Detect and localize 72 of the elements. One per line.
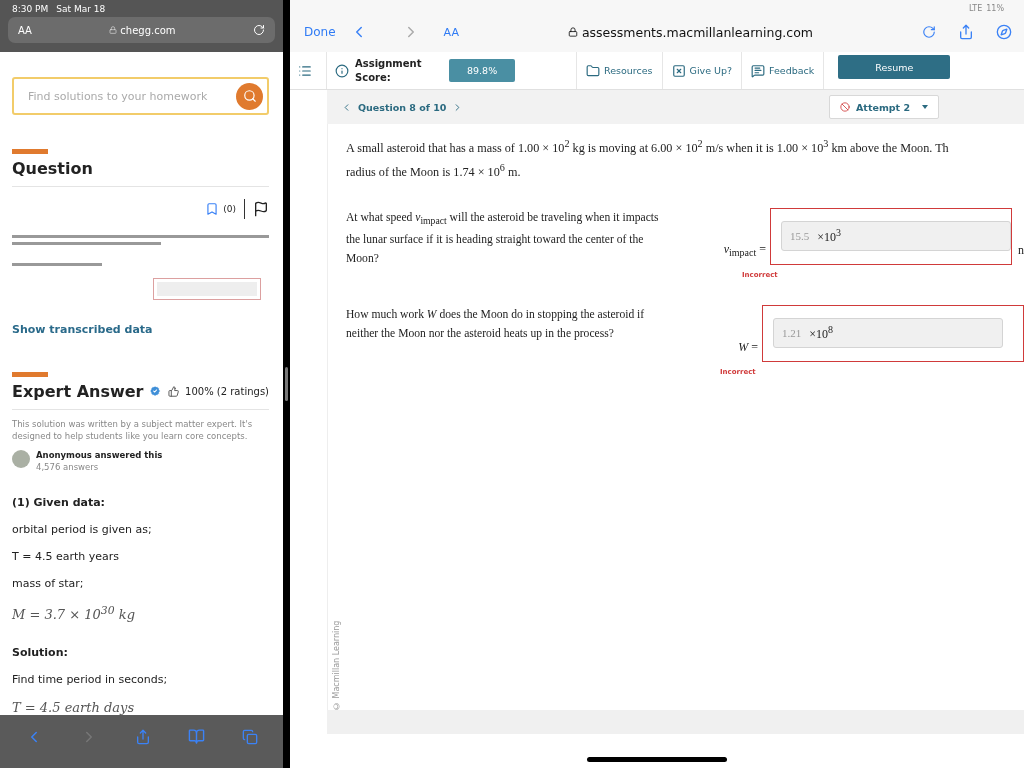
menu-button[interactable] (298, 63, 312, 78)
reload-button[interactable] (922, 25, 936, 39)
share-button[interactable] (134, 728, 151, 745)
toolbar-action[interactable]: Give Up? (662, 52, 743, 89)
address-bar[interactable]: AA chegg.com (8, 17, 275, 43)
info-icon[interactable] (335, 63, 349, 78)
flag-icon[interactable] (253, 200, 269, 217)
solution-heading: (1) Given data: (12, 495, 106, 509)
accent-bar (12, 371, 48, 377)
battery-level: 11% (986, 3, 1004, 13)
math-formula: M = 3.7 × 10$^{30}$ kg (12, 603, 136, 622)
math-formula: T = 4.5 earth days (12, 700, 136, 715)
search-field[interactable]: Find solutions to your homework (12, 77, 269, 116)
solution-text: orbital period is given as; (12, 522, 153, 536)
problem-text: A small asteroid that has a mass of 1.00 × 10$^{2}$ kg is moving at 6.00 × 10$^{2}$ m/s when it is 1.00 × 10$^{3}$ km above the Moon. Th (346, 137, 950, 158)
avatar (12, 449, 30, 468)
copyright-text: © Macmillan Learning (331, 619, 341, 710)
lock-icon (109, 26, 118, 34)
compass-button[interactable] (996, 24, 1012, 40)
search-button[interactable] (236, 82, 263, 110)
solution-text: mass of star; (12, 576, 85, 590)
resume-button[interactable]: Resume (838, 55, 951, 79)
text-size-button[interactable]: AA (443, 25, 459, 39)
score-label: Assignment Score: (355, 56, 421, 85)
split-handle[interactable] (285, 367, 288, 401)
folder-icon (586, 63, 600, 78)
author-name: Anonymous answered this (36, 449, 163, 460)
problem-text: radius of the Moon is 1.74 × 10$^{6}$ m. (346, 161, 522, 182)
url-text: chegg.com (120, 24, 176, 36)
accent-bar (12, 149, 48, 154)
url-text: assessments.macmillanlearning.com (581, 24, 814, 40)
rating-text: 100% (2 ratings) (185, 385, 269, 397)
show-transcribed-link[interactable]: Show transcribed data (12, 322, 269, 336)
solution-text: T = 4.5 earth years (12, 549, 120, 563)
text-size-button[interactable]: AA (18, 24, 32, 36)
section-heading: Question (12, 158, 93, 178)
speech-bubble-icon (751, 63, 766, 78)
answer-field[interactable]: 1.21 ×10$^{8}$ (773, 318, 1003, 349)
answer-field[interactable]: 15.5 ×10$^{3}$ (781, 221, 1011, 252)
question-prompt: How much work W does the Moon do in stopping the asteroid if neither the Moon nor the asteroid heats up in the process? (346, 307, 646, 343)
status-time: 8:30 PM (12, 4, 49, 14)
question-navigator[interactable]: Question 8 of 10 (341, 101, 464, 113)
unit-text: n (1018, 243, 1024, 259)
status-date: Sat Mar 18 (56, 4, 106, 14)
bookmark-icon[interactable] (205, 201, 220, 216)
done-button[interactable]: Done (304, 25, 336, 39)
toolbar-action[interactable]: Feedback (742, 52, 825, 89)
toolbar-action[interactable]: Resources (577, 52, 663, 89)
solution-text: Find time period in seconds; (12, 673, 169, 686)
question-prompt: At what speed v$_{impact}$ will the asteroid be traveling when it impacts the lunar surface if it is heading straight toward the center of the Moon? (346, 210, 660, 268)
bookmarks-button[interactable] (188, 728, 206, 745)
thumbs-up-icon[interactable] (167, 384, 180, 398)
caret-icon (922, 105, 928, 109)
lock-icon (567, 27, 578, 37)
share-button[interactable] (958, 24, 974, 40)
network-label: LTE (968, 3, 983, 13)
search-input[interactable]: Find solutions to your homework (26, 88, 216, 104)
attempt-dropdown[interactable]: Attempt 2 (829, 95, 939, 119)
prohibited-icon (840, 102, 850, 112)
expert-note: This solution was written by a subject matter expert. It's designed to help students like you learn core concepts. (12, 417, 254, 442)
bookmark-count: (0) (223, 203, 236, 214)
tabs-button[interactable] (242, 728, 259, 745)
box-x-icon (671, 63, 686, 78)
section-heading: Expert Answer (12, 381, 144, 401)
score-badge: 89.8% (449, 59, 516, 82)
reload-icon[interactable] (253, 24, 265, 36)
solution-heading: Solution: (12, 646, 69, 659)
verified-badge-icon (149, 384, 162, 399)
search-icon (242, 89, 257, 103)
answer-label: W = (738, 340, 758, 356)
answer-count: 4,576 answers (36, 461, 100, 472)
answer-label: v$_{impact}$ = (723, 242, 766, 259)
